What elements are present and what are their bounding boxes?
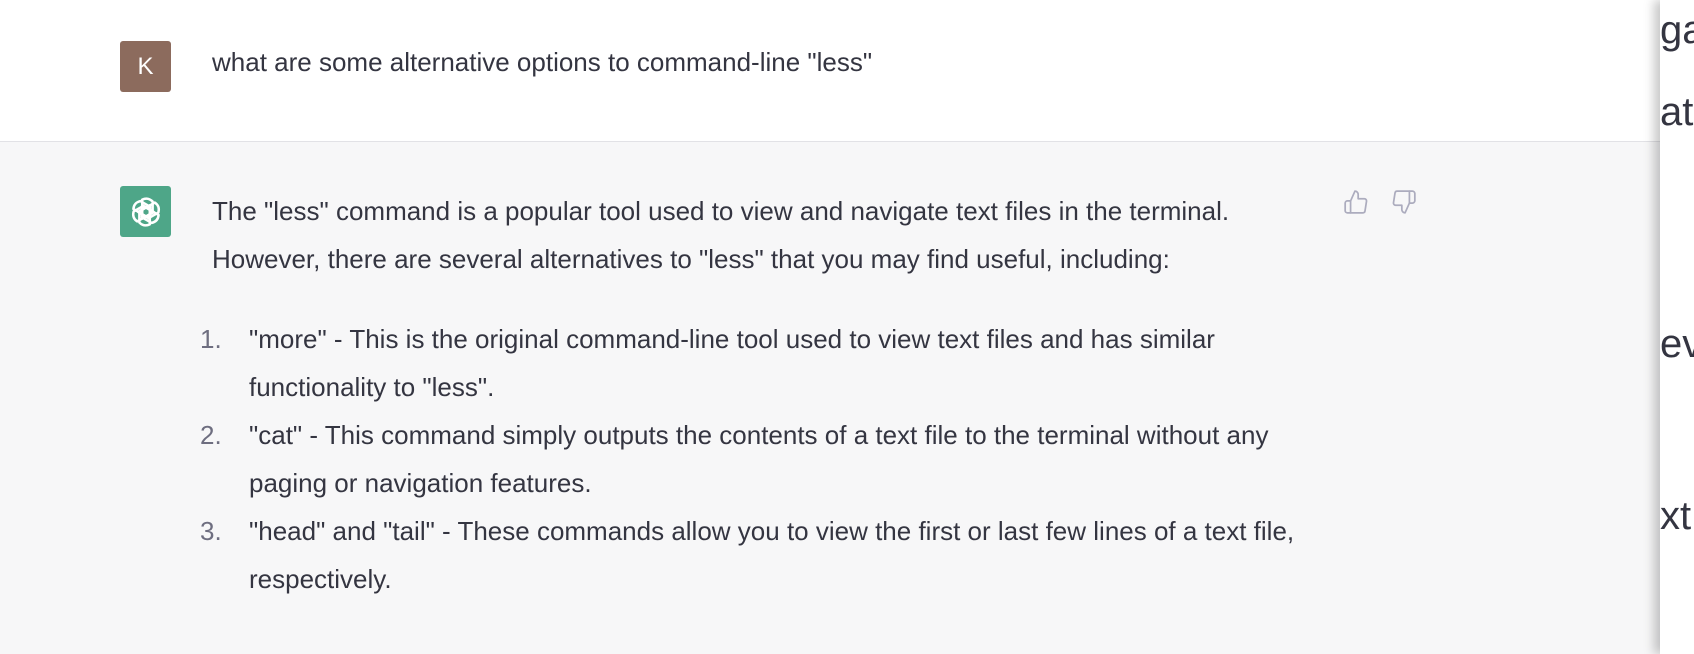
alternatives-list: 1. "more" - This is the original command… xyxy=(200,315,1332,603)
page: K what are some alternative options to c… xyxy=(0,0,1694,654)
thumbs-down-button[interactable] xyxy=(1388,186,1420,218)
user-avatar: K xyxy=(120,41,171,92)
user-message-text: what are some alternative options to com… xyxy=(212,47,873,77)
list-item-text: "more" - This is the original command-li… xyxy=(249,324,1215,402)
list-item-number: 3. xyxy=(200,516,222,546)
window-text-fragment: ev xyxy=(1660,322,1694,366)
assistant-intro-text: The "less" command is a popular tool use… xyxy=(212,196,1230,274)
list-item-text: "cat" - This command simply outputs the … xyxy=(249,420,1269,498)
thumbs-up-button[interactable] xyxy=(1340,186,1372,218)
user-message-row: K what are some alternative options to c… xyxy=(0,0,1660,142)
assistant-avatar xyxy=(120,186,171,237)
assistant-message-row: The "less" command is a popular tool use… xyxy=(0,142,1660,654)
overlapping-window-edge: ga at ev xt xyxy=(1660,0,1694,654)
openai-logo-icon xyxy=(131,196,160,227)
user-avatar-initial: K xyxy=(137,52,154,80)
window-text-fragment: at xyxy=(1660,90,1694,134)
list-item: 3. "head" and "tail" - These commands al… xyxy=(200,507,1332,603)
list-item: 2. "cat" - This command simply outputs t… xyxy=(200,411,1332,507)
thumbs-down-icon xyxy=(1392,190,1416,214)
list-item: 1. "more" - This is the original command… xyxy=(200,315,1332,411)
window-text-fragment: ga xyxy=(1660,8,1694,52)
list-item-number: 1. xyxy=(200,324,222,354)
feedback-buttons xyxy=(1340,186,1420,218)
chat-thread: K what are some alternative options to c… xyxy=(0,0,1660,654)
window-text-fragment: xt xyxy=(1660,494,1692,538)
thumbs-up-icon xyxy=(1344,190,1368,214)
list-item-text: "head" and "tail" - These commands allow… xyxy=(249,516,1295,594)
assistant-message-body: The "less" command is a popular tool use… xyxy=(200,187,1332,603)
list-item-number: 2. xyxy=(200,420,222,450)
